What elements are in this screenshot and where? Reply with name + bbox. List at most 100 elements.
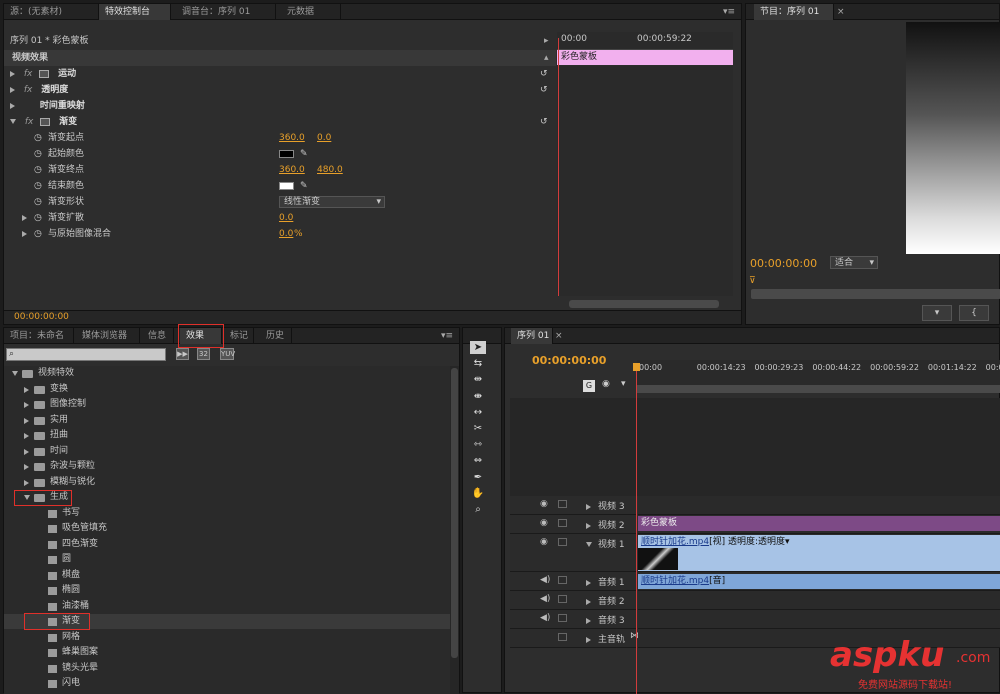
stopwatch-icon[interactable]: ◷ bbox=[34, 146, 42, 162]
expand-icon[interactable] bbox=[10, 102, 15, 109]
ec-ruler[interactable]: 00:00 00:00:59:22 bbox=[557, 32, 733, 50]
tab-media-browser[interactable]: 媒体浏览器 bbox=[76, 328, 140, 344]
scrollbar-thumb[interactable] bbox=[451, 368, 458, 658]
color-swatch-black[interactable] bbox=[279, 150, 294, 158]
expand-icon[interactable] bbox=[24, 448, 29, 455]
program-scrubber[interactable] bbox=[751, 289, 1000, 299]
speaker-icon[interactable]: ◀) bbox=[540, 575, 550, 585]
expand-icon[interactable] bbox=[24, 433, 29, 439]
ec-playhead[interactable] bbox=[558, 38, 559, 296]
tree-effect[interactable]: 网格 bbox=[4, 630, 450, 645]
expand-icon[interactable] bbox=[10, 86, 15, 93]
motion-transform-icon[interactable] bbox=[39, 69, 50, 78]
scroll-right-icon[interactable]: ▸ bbox=[544, 34, 549, 48]
tree-folder[interactable]: 模糊与锐化 bbox=[4, 475, 450, 490]
reset-icon[interactable]: ↺ bbox=[540, 114, 548, 130]
track-lane[interactable] bbox=[638, 610, 1000, 629]
panel-menu-icon[interactable]: ▾≡ bbox=[723, 4, 735, 20]
tab-info[interactable]: 信息 bbox=[142, 328, 174, 344]
rate-stretch-tool[interactable]: ↔ bbox=[470, 406, 486, 419]
tab-history[interactable]: 历史 bbox=[260, 328, 292, 344]
ec-timecode[interactable]: 00:00:00:00 bbox=[14, 312, 69, 322]
expand-track-icon[interactable] bbox=[586, 540, 592, 550]
track-lane[interactable] bbox=[638, 496, 1000, 515]
tree-effect[interactable]: 椭圆 bbox=[4, 583, 450, 598]
selection-tool[interactable]: ➤ bbox=[470, 341, 486, 354]
stopwatch-icon[interactable]: ◷ bbox=[34, 226, 42, 242]
track-header[interactable]: ◉ 视频 3 bbox=[510, 496, 637, 515]
effect-row-time-remap[interactable]: 时间重映射 bbox=[4, 98, 556, 114]
close-tab-icon[interactable]: × bbox=[837, 4, 845, 20]
param-value[interactable]: 0.0 bbox=[279, 226, 293, 242]
param-value-x[interactable]: 360.0 bbox=[279, 162, 305, 178]
lock-icon[interactable] bbox=[558, 595, 567, 603]
program-timecode[interactable]: 00:00:00:00 bbox=[750, 257, 817, 270]
clip-opacity[interactable]: 透明度:透明度 bbox=[728, 537, 785, 547]
eyedropper-icon[interactable]: ✎ bbox=[300, 146, 308, 162]
ec-clip-bar[interactable]: 彩色蒙板 bbox=[557, 50, 733, 65]
tab-markers[interactable]: 标记 bbox=[224, 328, 254, 344]
expand-track-icon[interactable] bbox=[586, 502, 591, 512]
speaker-icon[interactable]: ◀) bbox=[540, 613, 550, 623]
pen-tool[interactable]: ✒ bbox=[470, 471, 486, 484]
expand-icon[interactable] bbox=[24, 386, 29, 393]
eyedropper-icon[interactable]: ✎ bbox=[300, 178, 308, 194]
tree-folder[interactable]: 扭曲 bbox=[4, 428, 450, 443]
playhead-handle[interactable] bbox=[633, 363, 640, 371]
stopwatch-icon[interactable]: ◷ bbox=[34, 194, 42, 210]
track-header[interactable]: ◉ 视频 1 bbox=[510, 534, 637, 572]
expand-icon[interactable] bbox=[24, 417, 29, 424]
stopwatch-icon[interactable]: ◷ bbox=[34, 178, 42, 194]
effect-box-icon[interactable] bbox=[40, 117, 51, 126]
track-header[interactable]: ◉ 视频 2 bbox=[510, 515, 637, 534]
param-value-y[interactable]: 480.0 bbox=[317, 162, 343, 178]
clip-video-1[interactable]: 顺时针加花.mp4[视] 透明度:透明度▾ bbox=[638, 535, 1000, 571]
tab-effect-controls[interactable]: 特效控制台 bbox=[99, 4, 171, 20]
effects-search-input[interactable]: ⌕ bbox=[6, 348, 166, 361]
tree-effect[interactable]: 油漆桶 bbox=[4, 599, 450, 614]
snap-icon[interactable]: G bbox=[583, 380, 595, 392]
tree-folder[interactable]: 视频特效 bbox=[4, 366, 450, 381]
fx-badge[interactable]: fx bbox=[25, 117, 34, 127]
expand-icon[interactable] bbox=[24, 402, 29, 408]
tree-effect[interactable]: 镜头光晕 bbox=[4, 661, 450, 676]
lock-icon[interactable] bbox=[558, 500, 567, 508]
expand-track-icon[interactable] bbox=[586, 635, 591, 645]
expand-track-icon[interactable] bbox=[586, 597, 591, 607]
reset-icon[interactable]: ↺ bbox=[540, 82, 548, 98]
tree-folder[interactable]: 实用 bbox=[4, 413, 450, 428]
param-value[interactable]: 0.0 bbox=[279, 210, 293, 226]
tab-program[interactable]: 节目：序列 01 bbox=[754, 4, 834, 20]
color-swatch-white[interactable] bbox=[279, 182, 294, 190]
expand-icon[interactable] bbox=[10, 70, 15, 77]
tab-sequence[interactable]: 序列 01 bbox=[511, 328, 553, 344]
stopwatch-icon[interactable]: ◷ bbox=[34, 210, 42, 226]
slip-tool[interactable]: ⇿ bbox=[470, 438, 486, 451]
timeline-timecode[interactable]: 00:00:00:00 bbox=[532, 354, 606, 367]
clip-audio-1[interactable]: 顺时针加花.mp4[音] bbox=[638, 574, 1000, 589]
param-value-y[interactable]: 0.0 bbox=[317, 130, 331, 146]
expand-track-icon[interactable] bbox=[586, 578, 591, 588]
eye-icon[interactable]: ◉ bbox=[540, 499, 548, 509]
track-header[interactable]: ◀) 音频 3 bbox=[510, 610, 637, 629]
track-lane[interactable] bbox=[638, 591, 1000, 610]
panel-menu-icon[interactable]: ▾≡ bbox=[441, 328, 453, 344]
slide-tool[interactable]: ⇔ bbox=[470, 454, 486, 467]
fx-badge[interactable]: fx bbox=[24, 85, 33, 95]
effect-row-opacity[interactable]: fx 透明度 ↺ bbox=[4, 82, 556, 98]
fx-badge[interactable]: fx bbox=[24, 69, 33, 79]
tab-project[interactable]: 项目：未命名 bbox=[4, 328, 74, 344]
lock-icon[interactable] bbox=[558, 614, 567, 622]
collapse-icon[interactable] bbox=[10, 119, 16, 124]
timeline-playhead[interactable] bbox=[636, 363, 637, 694]
effect-row-ramp[interactable]: fx 渐变 ↺ bbox=[4, 114, 556, 130]
razor-tool[interactable]: ✂ bbox=[470, 422, 486, 435]
param-value-x[interactable]: 360.0 bbox=[279, 130, 305, 146]
add-marker-icon[interactable]: ▾ bbox=[621, 379, 626, 389]
ramp-shape-select[interactable]: 线性渐变 ▾ bbox=[279, 196, 385, 208]
tree-folder[interactable]: 变换 bbox=[4, 382, 450, 397]
effects-scrollbar[interactable] bbox=[450, 366, 459, 694]
tab-metadata[interactable]: 元数据 bbox=[281, 4, 341, 20]
zoom-select[interactable]: 适合 ▾ bbox=[830, 256, 878, 269]
reset-icon[interactable]: ↺ bbox=[540, 66, 548, 82]
